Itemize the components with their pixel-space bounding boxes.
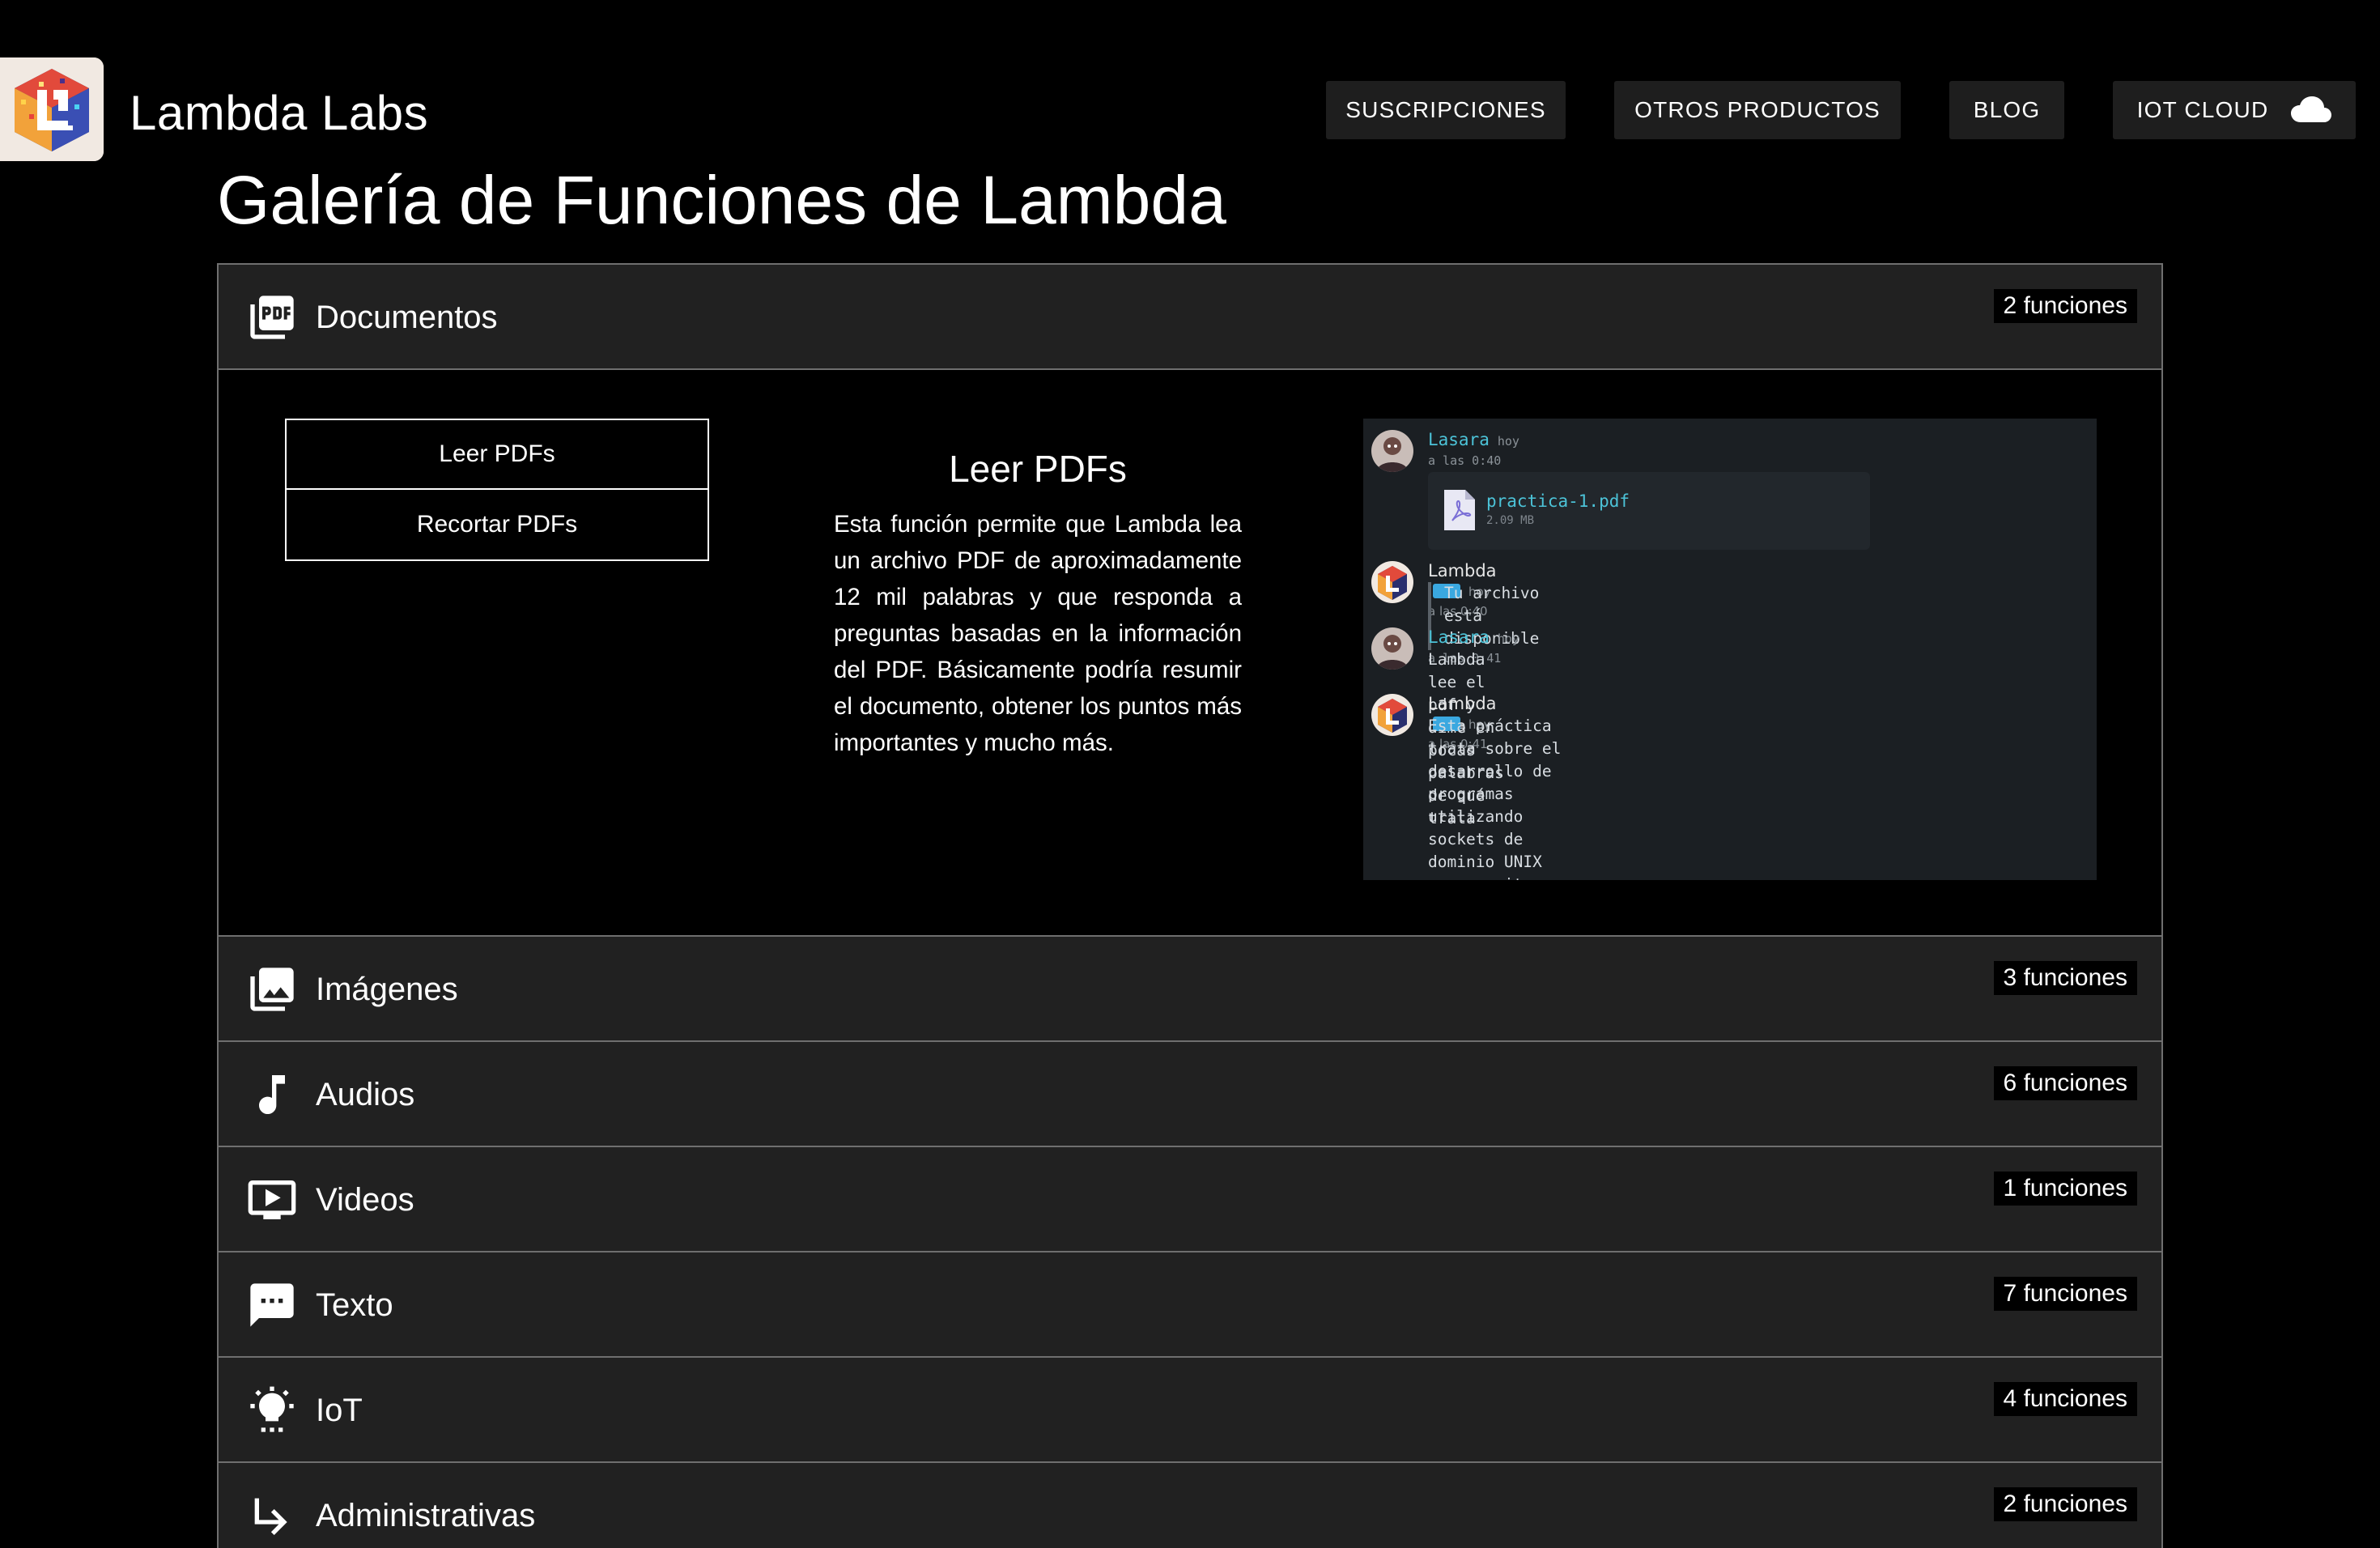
nav-suscripciones-button[interactable]: SUSCRIPCIONES <box>1326 81 1566 139</box>
user-avatar <box>1371 430 1413 472</box>
video-icon <box>246 1174 298 1226</box>
section-header-texto[interactable]: Texto 7 funciones <box>219 1252 2161 1358</box>
function-count-badge: 7 funciones <box>1993 1277 2137 1311</box>
section-header-imagenes[interactable]: Imágenes 3 funciones <box>219 937 2161 1042</box>
file-attachment: practica-1.pdf 2.09 MB <box>1428 472 1870 550</box>
page-title: Galería de Funciones de Lambda <box>217 162 1226 238</box>
nav-otros-productos-button[interactable]: OTROS PRODUCTOS <box>1614 81 1901 139</box>
function-count-badge: 3 funciones <box>1993 961 2137 995</box>
function-title: Leer PDFs <box>949 448 1127 490</box>
chat-preview-screenshot: Lasara hoy a las 0:40 practica-1.pdf 2.09… <box>1363 419 2097 880</box>
function-count-badge: 4 funciones <box>1993 1382 2137 1416</box>
pdf-icon <box>246 291 298 343</box>
cloud-icon <box>2291 96 2332 122</box>
section-label-administrativas: Administrativas <box>316 1498 536 1533</box>
light-bulb-icon <box>246 1384 298 1436</box>
user-avatar <box>1371 627 1413 670</box>
section-header-iot[interactable]: IoT 4 funciones <box>219 1358 2161 1463</box>
nav-iot-cloud-button[interactable]: IOT CLOUD <box>2113 81 2356 139</box>
section-label-videos: Videos <box>316 1182 414 1218</box>
nav-suscripciones-label: SUSCRIPCIONES <box>1345 97 1546 122</box>
function-count-badge: 2 funciones <box>1993 289 2137 323</box>
function-list: Leer PDFs Recortar PDFs <box>285 419 709 561</box>
chat-author: Lambda <box>1428 694 1497 713</box>
nav-otros-productos-label: OTROS PRODUCTOS <box>1634 97 1881 122</box>
file-name-link[interactable]: practica-1.pdf <box>1486 491 1630 511</box>
section-label-documentos: Documentos <box>316 300 498 335</box>
brand-name[interactable]: Lambda Labs <box>130 81 428 146</box>
nav-blog-label: BLOG <box>1973 97 2041 122</box>
function-description: Esta función permite que Lambda lea un a… <box>834 511 1242 756</box>
function-count-badge: 1 funciones <box>1993 1172 2137 1206</box>
nav-blog-button[interactable]: BLOG <box>1949 81 2064 139</box>
chat-author: Lambda <box>1428 561 1497 580</box>
section-header-administrativas[interactable]: Administrativas 2 funciones <box>219 1463 2161 1548</box>
bot-avatar <box>1371 694 1413 736</box>
music-note-icon <box>246 1069 298 1121</box>
section-label-texto: Texto <box>316 1287 393 1323</box>
function-count-badge: 2 funciones <box>1993 1487 2137 1521</box>
section-body-documentos: Leer PDFs Recortar PDFs Leer PDFs Esta f… <box>219 370 2161 937</box>
lambda-labs-logo[interactable] <box>0 57 104 161</box>
function-recortar-pdfs-button[interactable]: Recortar PDFs <box>285 490 709 561</box>
file-size: 2.09 MB <box>1486 514 1535 527</box>
pdf-file-icon <box>1444 490 1475 530</box>
chat-bubble-icon <box>246 1279 298 1331</box>
chat-author: Lasara <box>1428 430 1490 449</box>
nav-iot-cloud-label: IOT CLOUD <box>2136 97 2269 122</box>
image-icon <box>246 963 298 1015</box>
section-label-iot: IoT <box>316 1393 363 1428</box>
function-gallery-accordion: Documentos 2 funciones Leer PDFs Recorta… <box>217 263 2163 1548</box>
section-label-imagenes: Imágenes <box>316 972 458 1007</box>
chat-message-text: Esta práctica trata sobre el desarrollo … <box>1428 717 1562 880</box>
chat-author: Lasara <box>1428 627 1490 647</box>
section-header-videos[interactable]: Videos 1 funciones <box>219 1147 2161 1252</box>
bot-avatar <box>1371 561 1413 603</box>
function-count-badge: 6 funciones <box>1993 1066 2137 1100</box>
section-label-audios: Audios <box>316 1077 415 1112</box>
function-leer-pdfs-button[interactable]: Leer PDFs <box>285 419 709 490</box>
subdirectory-arrow-icon <box>246 1490 298 1542</box>
section-header-documentos[interactable]: Documentos 2 funciones <box>219 265 2161 370</box>
section-header-audios[interactable]: Audios 6 funciones <box>219 1042 2161 1147</box>
